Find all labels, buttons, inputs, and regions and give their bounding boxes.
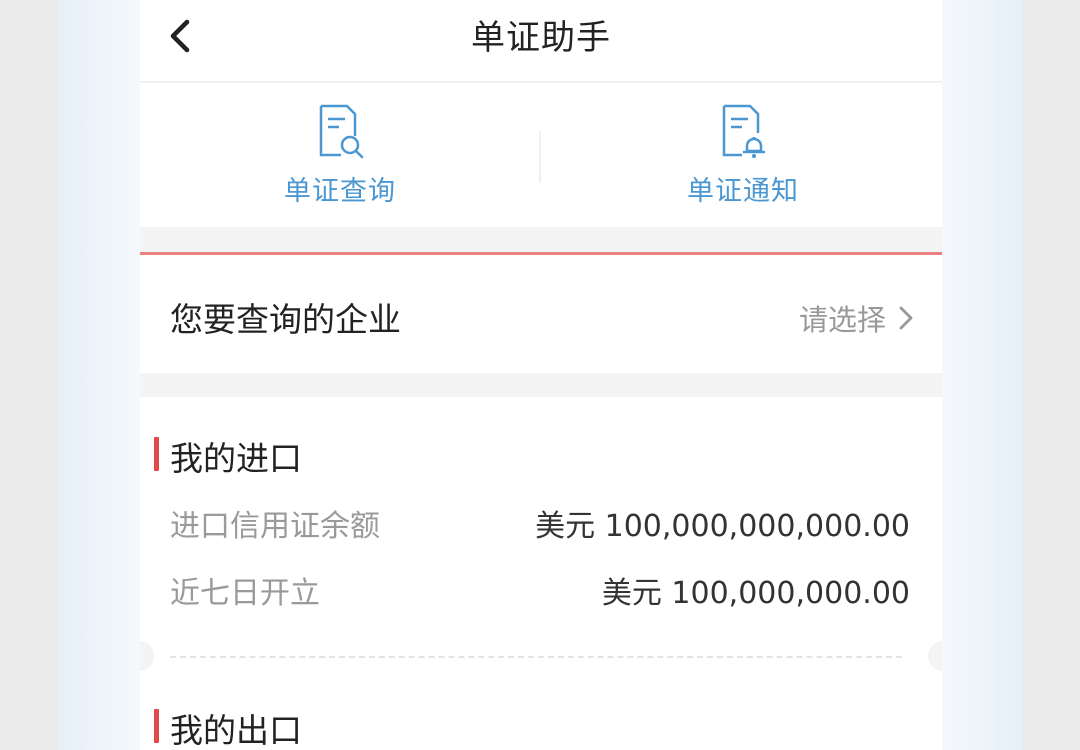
company-select-row[interactable]: 您要查询的企业 请选择 <box>140 255 942 373</box>
card-notch-left <box>140 641 154 671</box>
imports-title: 我的进口 <box>170 439 302 478</box>
nav-bar: 单证助手 <box>140 0 942 82</box>
exports-title: 我的出口 <box>170 711 302 750</box>
card-notch-right <box>928 641 942 671</box>
document-search-icon <box>319 104 364 159</box>
import-lc-balance-label: 进口信用证余额 <box>170 509 380 544</box>
recent-7-days-label: 近七日开立 <box>170 576 320 611</box>
recent-7-days-value: 美元 100,000,000.00 <box>601 576 910 611</box>
quick-divider <box>539 131 541 183</box>
document-bell-icon <box>722 104 766 158</box>
document-query-button[interactable]: 单证查询 <box>160 83 520 227</box>
company-label: 您要查询的企业 <box>170 300 401 339</box>
document-query-label: 单证查询 <box>284 176 396 207</box>
company-select[interactable]: 请选择 <box>799 297 914 339</box>
section-marker <box>154 709 159 743</box>
quick-actions: 单证查询 单证通知 <box>140 83 942 227</box>
section-marker <box>154 437 159 471</box>
dashed-divider <box>170 656 902 658</box>
document-notice-button[interactable]: 单证通知 <box>563 83 923 227</box>
app-screen: 单证助手 单证查询 单证通知 您要查询的企业 请选择 我的进口 进口信用证余额 … <box>140 0 942 750</box>
import-lc-balance-value: 美元 100,000,000,000.00 <box>535 509 910 544</box>
page-title: 单证助手 <box>471 18 611 58</box>
document-notice-label: 单证通知 <box>687 176 799 207</box>
company-placeholder: 请选择 <box>798 303 886 337</box>
chevron-right-icon <box>899 306 913 330</box>
trade-summary-card: 我的进口 进口信用证余额 美元 100,000,000,000.00 近七日开立… <box>140 397 942 750</box>
